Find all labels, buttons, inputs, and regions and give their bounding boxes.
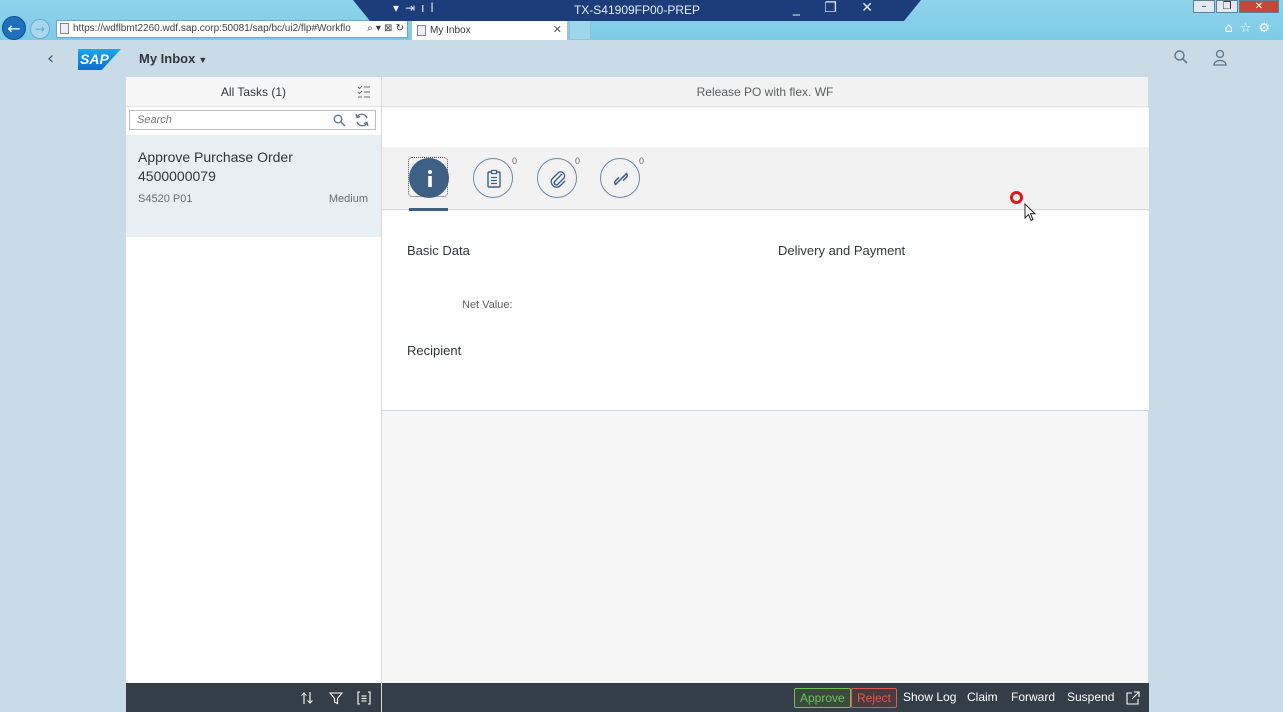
browser-tab-my-inbox[interactable]: My Inbox ✕ — [411, 20, 568, 40]
task-list-item[interactable]: Approve Purchase Order 4500000079 S4520 … — [126, 135, 381, 237]
tab-notes[interactable] — [473, 158, 513, 198]
address-bar[interactable]: https://wdflbmt2260.wdf.sap.corp:50081/s… — [56, 20, 408, 38]
app-title-menu[interactable]: My Inbox ▼ — [139, 51, 207, 66]
reject-button[interactable]: Reject — [851, 688, 898, 708]
approve-button[interactable]: Approve — [794, 688, 851, 708]
search-icon[interactable] — [1173, 49, 1189, 65]
suspend-button[interactable]: Suspend — [1067, 690, 1114, 704]
back-icon[interactable]: ‹ — [47, 48, 54, 69]
browser-tab-label: My Inbox — [430, 25, 471, 36]
icon-tab-bar: 0 0 0 — [382, 147, 1149, 210]
section-delivery-payment: Delivery and Payment — [778, 243, 906, 258]
tab-attachments[interactable] — [537, 158, 577, 198]
master-footer — [126, 683, 381, 712]
refresh-icon[interactable] — [354, 112, 370, 128]
browser-back-button[interactable]: ← — [2, 16, 26, 40]
forward-button[interactable]: Forward — [1011, 690, 1055, 704]
master-title: All Tasks (1) — [220, 85, 287, 99]
remote-window-controls-icon[interactable]: _ ❐ ✕ — [793, 0, 883, 16]
detail-header: Release PO with flex. WF — [382, 77, 1148, 107]
app-title: My Inbox — [139, 51, 196, 66]
caret-down-icon: ▼ — [198, 55, 208, 65]
search-input[interactable]: Search — [129, 110, 376, 130]
close-window-button[interactable]: ✕ — [1239, 0, 1279, 13]
attachment-icon — [550, 171, 566, 188]
new-tab-button[interactable] — [569, 20, 591, 40]
sap-logo: SAP — [78, 49, 121, 70]
window-controls: – ❐ ✕ — [1193, 0, 1279, 13]
task-title: Approve Purchase Order 4500000079 — [138, 149, 293, 184]
attachments-count: 0 — [575, 156, 581, 166]
link-icon — [613, 172, 629, 186]
search-icon[interactable] — [333, 114, 346, 127]
shell-bar: ‹ SAP My Inbox ▼ — [0, 40, 1283, 77]
mouse-cursor-icon — [1024, 203, 1036, 222]
multi-select-icon[interactable] — [357, 85, 371, 99]
address-tools-icon[interactable]: ⌕ ▾ ⊠ ↻ — [367, 21, 404, 37]
address-url: https://wdflbmt2260.wdf.sap.corp:50081/s… — [73, 23, 351, 34]
restore-button[interactable]: ❐ — [1216, 0, 1238, 13]
home-star-gear-icon[interactable]: ⌂☆⚙ — [1224, 21, 1277, 36]
notes-count: 0 — [512, 156, 518, 166]
filter-icon[interactable] — [329, 691, 343, 705]
master-panel: All Tasks (1) Search Approve Purchase Or… — [126, 77, 381, 712]
task-meta: S4520 P01 Medium — [138, 193, 368, 205]
search-placeholder: Search — [137, 114, 172, 126]
task-priority: Medium — [328, 193, 368, 205]
master-header: All Tasks (1) — [126, 77, 381, 107]
remote-session-bar: ▾⇥ıl TX-S41909FP00-PREP _ ❐ ✕ — [353, 0, 921, 21]
click-indicator — [1010, 191, 1023, 204]
minimize-button[interactable]: – — [1193, 0, 1215, 13]
links-count: 0 — [639, 156, 645, 166]
tab-links[interactable] — [600, 158, 640, 198]
browser-forward-button[interactable]: → — [30, 19, 50, 39]
detail-title: Release PO with flex. WF — [696, 85, 834, 99]
active-tab-focus — [408, 157, 448, 197]
tab-page-icon — [417, 25, 426, 36]
task-system: S4520 P01 — [138, 193, 193, 205]
section-basic-data: Basic Data — [407, 243, 470, 258]
notes-icon — [487, 169, 501, 188]
share-icon[interactable] — [1126, 691, 1140, 705]
close-tab-icon[interactable]: ✕ — [553, 21, 562, 40]
group-icon[interactable] — [357, 691, 371, 705]
browser-chrome: ← → https://wdflbmt2260.wdf.sap.corp:500… — [0, 0, 1283, 40]
net-value-label: Net Value: — [462, 299, 513, 311]
object-header — [382, 108, 1149, 147]
section-recipient: Recipient — [407, 343, 462, 358]
show-log-button[interactable]: Show Log — [903, 690, 956, 704]
detail-panel: Release PO with flex. WF 0 0 0 Basic Dat… — [381, 77, 1149, 712]
page-icon — [60, 23, 69, 34]
user-icon[interactable] — [1212, 49, 1228, 67]
claim-button[interactable]: Claim — [967, 690, 998, 704]
info-content: Basic Data Delivery and Payment Net Valu… — [382, 211, 1149, 411]
sort-icon[interactable] — [300, 691, 314, 705]
detail-footer: Approve Reject Show Log Claim Forward Su… — [382, 683, 1149, 712]
